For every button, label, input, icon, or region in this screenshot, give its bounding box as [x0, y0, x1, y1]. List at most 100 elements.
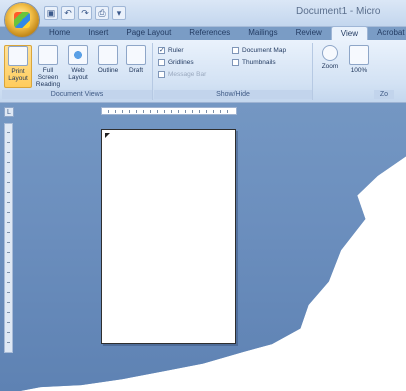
- ruler-tick: [7, 322, 10, 323]
- document-views-group: Print Layout Full Screen Reading Web Lay…: [2, 43, 153, 100]
- ruler-tick: [7, 332, 10, 333]
- ribbon: Print Layout Full Screen Reading Web Lay…: [0, 40, 406, 103]
- draft-label: Draft: [128, 67, 144, 74]
- tab-page-layout[interactable]: Page Layout: [117, 26, 180, 41]
- zoom-100-button[interactable]: 100%: [345, 45, 373, 88]
- print-layout-button[interactable]: Print Layout: [4, 45, 32, 88]
- ruler-tick: [7, 212, 10, 213]
- tab-home[interactable]: Home: [40, 26, 79, 41]
- ruler-label: Ruler: [168, 47, 184, 54]
- tab-selector-button[interactable]: L: [4, 107, 14, 117]
- torn-screenshot-region: ▣ ↶ ↷ ⎙ ▾ Document1 - Micro Home Insert …: [0, 0, 406, 391]
- document-map-check-box: [232, 47, 239, 54]
- ruler-tick: [150, 110, 151, 113]
- zoom-button[interactable]: Zoom: [316, 45, 344, 88]
- ruler-tick: [129, 110, 130, 113]
- ruler-checkbox[interactable]: ✓ Ruler: [158, 47, 184, 54]
- ruler-tick: [7, 252, 10, 253]
- ruler-tick: [7, 232, 10, 233]
- outline-icon: [98, 45, 118, 65]
- ruler-tick: [7, 202, 10, 203]
- gridlines-check-box: [158, 59, 165, 66]
- document-views-group-label: Document Views: [2, 90, 152, 99]
- ruler-tick: [185, 110, 186, 113]
- ruler-tick: [7, 292, 10, 293]
- text-cursor-icon: [105, 133, 110, 138]
- customize-icon[interactable]: ▾: [112, 6, 126, 20]
- print-layout-icon: [8, 46, 28, 66]
- ruler-tick: [7, 242, 10, 243]
- gridlines-checkbox[interactable]: Gridlines: [158, 59, 194, 66]
- message-bar-checkbox: Message Bar: [158, 71, 206, 78]
- ruler-tick: [7, 222, 10, 223]
- ruler-tick: [7, 312, 10, 313]
- ruler-tick: [7, 302, 10, 303]
- gridlines-label: Gridlines: [168, 59, 194, 66]
- vertical-ruler[interactable]: [4, 123, 13, 353]
- ruler-tick: [7, 282, 10, 283]
- ruler-tick: [7, 342, 10, 343]
- quick-access-toolbar: ▣ ↶ ↷ ⎙ ▾: [44, 5, 126, 21]
- web-layout-label: Web Layout: [68, 67, 88, 81]
- ruler-tick: [7, 172, 10, 173]
- ruler-tick: [108, 110, 109, 113]
- ruler-tick: [213, 110, 214, 113]
- tab-mailings[interactable]: Mailings: [239, 26, 286, 41]
- tab-insert[interactable]: Insert: [79, 26, 117, 41]
- ruler-tick: [122, 110, 123, 113]
- ruler-tick: [164, 110, 165, 113]
- tab-acrobat[interactable]: Acrobat: [368, 26, 406, 41]
- ruler-tick: [157, 110, 158, 113]
- document-workspace: L: [0, 103, 406, 391]
- ruler-tick: [7, 142, 10, 143]
- ruler-tick: [136, 110, 137, 113]
- document-map-checkbox[interactable]: Document Map: [232, 47, 286, 54]
- ribbon-tabs: Home Insert Page Layout References Maili…: [40, 26, 406, 42]
- save-icon[interactable]: ▣: [44, 6, 58, 20]
- print-icon[interactable]: ⎙: [95, 6, 109, 20]
- ruler-tick: [199, 110, 200, 113]
- draft-icon: [126, 45, 146, 65]
- ruler-tick: [7, 192, 10, 193]
- horizontal-ruler[interactable]: [101, 107, 237, 115]
- full-screen-reading-button[interactable]: Full Screen Reading: [34, 45, 62, 88]
- web-layout-button[interactable]: Web Layout: [64, 45, 92, 88]
- thumbnails-label: Thumbnails: [242, 59, 276, 66]
- ruler-tick: [143, 110, 144, 113]
- page-100-icon: [349, 45, 369, 65]
- web-layout-icon: [68, 45, 88, 65]
- ruler-tick: [7, 262, 10, 263]
- show-hide-group-label: Show/Hide: [154, 90, 312, 99]
- document-page[interactable]: [101, 129, 236, 344]
- zoom-group: Zoom 100% Zo: [314, 43, 404, 100]
- magnifier-icon: [322, 45, 338, 61]
- tab-review[interactable]: Review: [287, 26, 331, 41]
- ruler-tick: [220, 110, 221, 113]
- undo-icon[interactable]: ↶: [61, 6, 75, 20]
- redo-icon[interactable]: ↷: [78, 6, 92, 20]
- zoom-100-label: 100%: [350, 67, 368, 74]
- thumbnails-checkbox[interactable]: Thumbnails: [232, 59, 276, 66]
- draft-button[interactable]: Draft: [122, 45, 150, 88]
- ruler-check-mark: ✓: [158, 47, 165, 54]
- title-bar: ▣ ↶ ↷ ⎙ ▾ Document1 - Micro: [0, 0, 406, 27]
- ruler-tick: [7, 152, 10, 153]
- full-screen-reading-label: Full Screen Reading: [35, 67, 61, 88]
- print-layout-label: Print Layout: [8, 68, 28, 82]
- ruler-tick: [206, 110, 207, 113]
- ruler-tick: [7, 162, 10, 163]
- zoom-group-label: Zo: [374, 90, 394, 99]
- ruler-tick: [7, 272, 10, 273]
- ruler-tick: [7, 182, 10, 183]
- ruler-tick: [115, 110, 116, 113]
- ruler-tick: [178, 110, 179, 113]
- message-bar-check-box: [158, 71, 165, 78]
- office-button[interactable]: [5, 3, 39, 37]
- thumbnails-check-box: [232, 59, 239, 66]
- outline-button[interactable]: Outline: [94, 45, 122, 88]
- message-bar-label: Message Bar: [168, 71, 207, 78]
- ruler-tick: [7, 132, 10, 133]
- ruler-tick: [227, 110, 228, 113]
- tab-references[interactable]: References: [180, 26, 239, 41]
- office-logo-icon: [14, 12, 30, 28]
